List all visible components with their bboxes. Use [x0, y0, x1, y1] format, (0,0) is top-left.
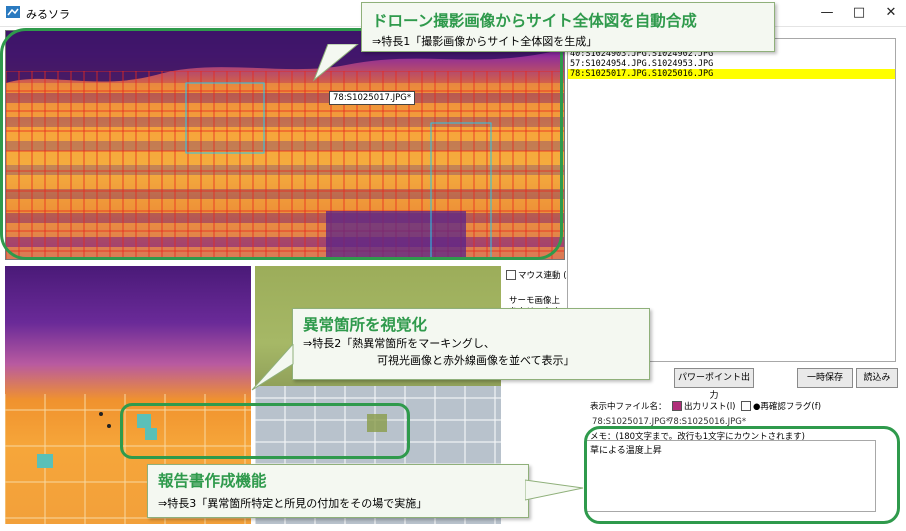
maximize-button[interactable]: □ — [842, 0, 876, 26]
memo-highlight-ring — [584, 426, 900, 524]
callout-visualize-anomaly-sub1: ⇒特長2「熱異常箇所をマーキングし、 — [303, 337, 495, 350]
callout-auto-composite-pointer — [312, 44, 359, 82]
callout-visualize-anomaly-pointer — [251, 344, 294, 391]
load-button[interactable]: 読込み — [856, 368, 898, 388]
callout-report-function-pointer — [525, 479, 584, 501]
output-list-label: 出力リスト(l) — [684, 402, 736, 412]
callout-report-function-sub: ⇒特長3「異常箇所特定と所見の付加をその場で実施」 — [158, 497, 428, 510]
list-item[interactable]: 57:S1024954.JPG.S1024953.JPG — [568, 59, 895, 69]
recheck-flag-label: ●再確認フラグ(f) — [753, 402, 822, 412]
app-icon — [6, 6, 20, 18]
window-title: みるソラ — [26, 8, 70, 21]
callout-report-function: 報告書作成機能 ⇒特長3「異常箇所特定と所見の付加をその場で実施」 — [147, 464, 529, 518]
output-list-checkbox[interactable] — [672, 401, 682, 411]
close-button[interactable]: ✕ — [874, 0, 906, 26]
callout-visualize-anomaly-title: 異常箇所を視覚化 — [303, 316, 428, 334]
list-item-selected[interactable]: 78:S1025017.JPG.S1025016.JPG — [568, 69, 895, 79]
callout-auto-composite-title: ドローン撮影画像からサイト全体図を自動合成 — [372, 12, 697, 30]
anomaly-highlight-ring — [120, 403, 410, 459]
callout-visualize-anomaly: 異常箇所を視覚化 ⇒特長2「熱異常箇所をマーキングし、 可視光画像と赤外線画像を… — [292, 308, 650, 380]
temp-save-button[interactable]: 一時保存 — [797, 368, 853, 388]
recheck-flag-checkbox[interactable] — [741, 401, 751, 411]
site-map-highlight-ring — [0, 28, 563, 260]
minimize-button[interactable]: — — [810, 0, 844, 26]
ppt-export-button[interactable]: パワーポイント出力 — [674, 368, 754, 401]
callout-visualize-anomaly-sub2: 可視光画像と赤外線画像を並べて表示」 — [377, 354, 575, 367]
display-file-label: 表示中ファイル名： — [590, 402, 667, 412]
callout-auto-composite-sub: ⇒特長1「撮影画像からサイト全体図を生成」 — [372, 35, 598, 48]
callout-auto-composite: ドローン撮影画像からサイト全体図を自動合成 ⇒特長1「撮影画像からサイト全体図を… — [361, 2, 775, 52]
callout-report-function-title: 報告書作成機能 — [158, 472, 267, 490]
mouse-link-checkbox[interactable] — [506, 270, 516, 280]
